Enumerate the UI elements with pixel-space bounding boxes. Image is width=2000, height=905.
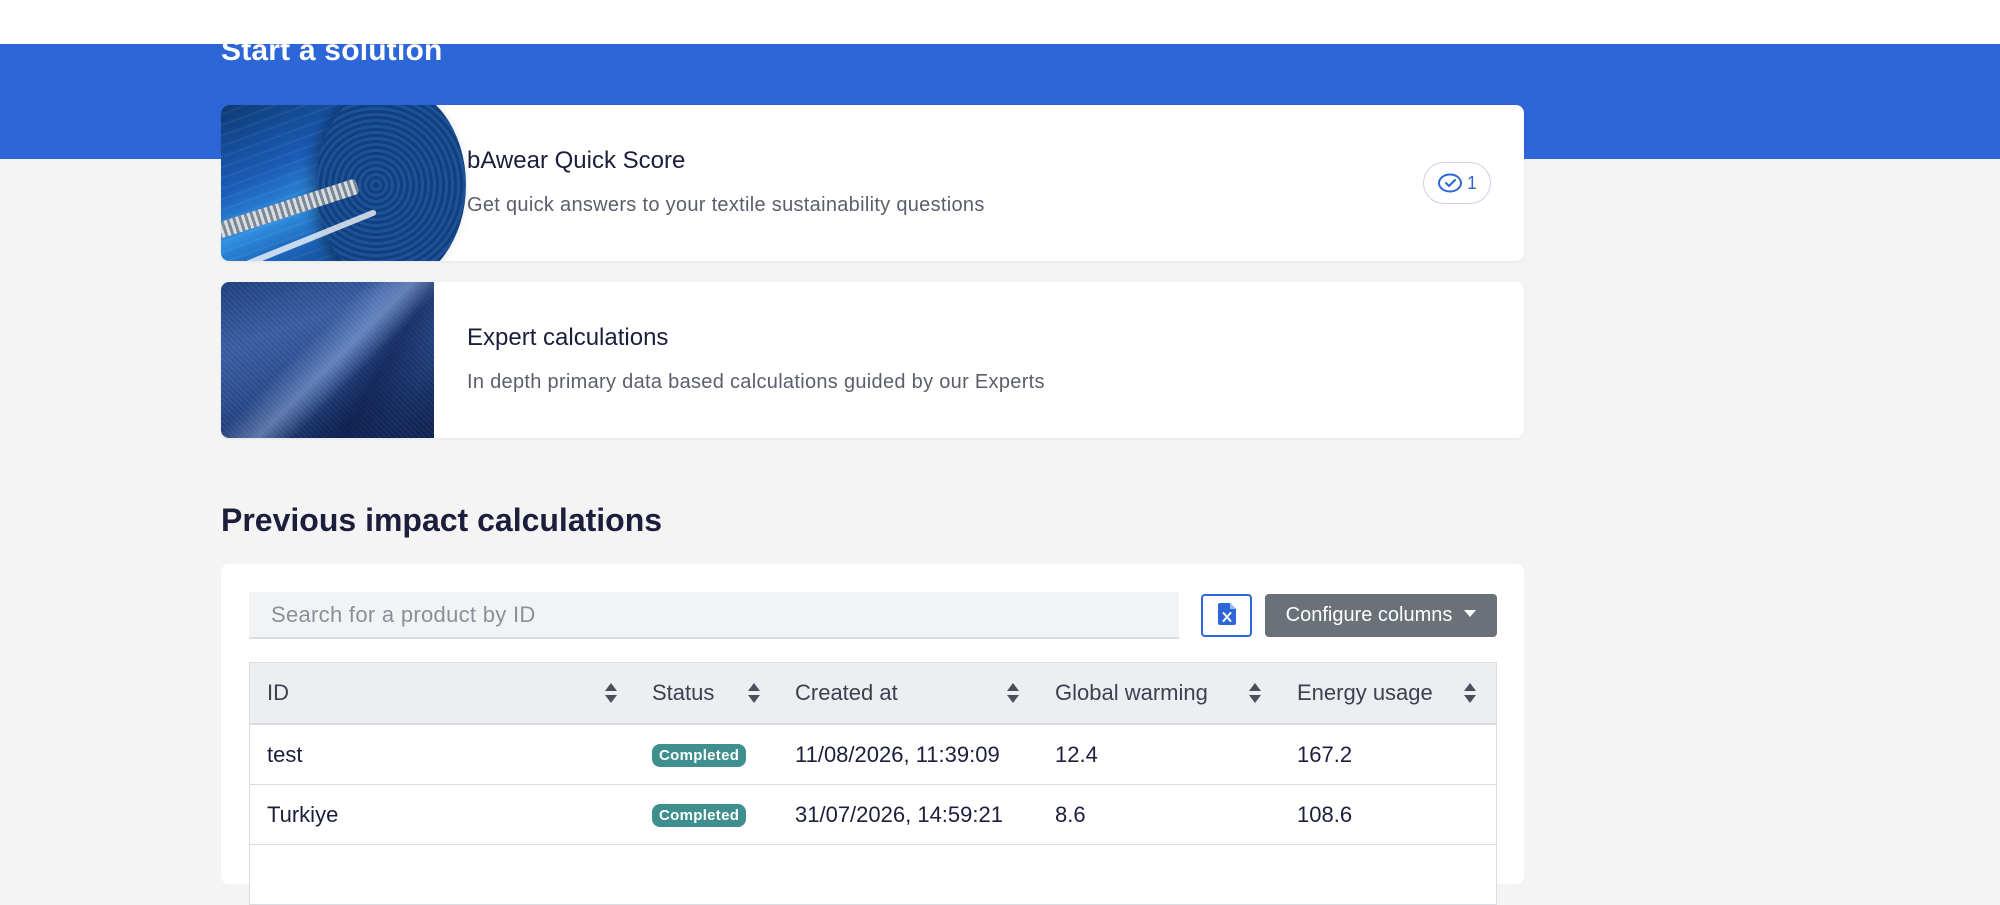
calculations-table: ID Status Created at Global warming Ener… xyxy=(249,662,1497,905)
status-badge: Completed xyxy=(652,743,747,767)
cell-created-at: 11/08/2026, 11:39:09 xyxy=(795,742,1000,767)
cell-status: Completed xyxy=(652,785,747,845)
table-row[interactable]: Turkiye Completed 31/07/2026, 14:59:21 8… xyxy=(250,785,1496,845)
cell-status: Completed xyxy=(652,725,747,785)
cell-id: Turkiye xyxy=(267,802,339,827)
search-input[interactable] xyxy=(249,592,1179,639)
cell-global-warming: 8.6 xyxy=(1055,802,1086,827)
sort-icon[interactable] xyxy=(604,681,618,705)
sort-icon[interactable] xyxy=(1248,681,1262,705)
hero-title: Start a solution xyxy=(221,34,443,67)
column-header-energy-usage[interactable]: Energy usage xyxy=(1297,663,1433,723)
cell-energy-usage: 108.6 xyxy=(1297,802,1353,827)
cell-id: test xyxy=(267,742,303,767)
fabric-fold-image xyxy=(221,282,434,438)
calculations-panel: Configure columns ID Status Created at G… xyxy=(221,564,1524,905)
sort-icon[interactable] xyxy=(1463,681,1477,705)
column-header-global-warming[interactable]: Global warming xyxy=(1055,663,1208,723)
solution-title: Expert calculations xyxy=(467,324,669,351)
sort-icon[interactable] xyxy=(1006,681,1020,705)
cell-energy-usage: 167.2 xyxy=(1297,742,1353,767)
cell-global-warming: 12.4 xyxy=(1055,742,1098,767)
section-title: Previous impact calculations xyxy=(221,502,663,538)
usage-count-badge: 1 xyxy=(1423,162,1491,204)
fabric-roll-image xyxy=(221,105,466,261)
configure-columns-label: Configure columns xyxy=(1285,604,1453,626)
solution-card-quick-score[interactable]: bAwear Quick Score Get quick answers to … xyxy=(221,105,1524,261)
usage-count: 1 xyxy=(1466,172,1477,193)
column-header-id[interactable]: ID xyxy=(267,663,289,723)
table-row[interactable] xyxy=(250,845,1496,905)
export-excel-button[interactable] xyxy=(1201,594,1252,637)
column-header-status[interactable]: Status xyxy=(652,663,714,723)
cell-created-at: 31/07/2026, 14:59:21 xyxy=(795,802,1003,827)
shield-check-icon xyxy=(1437,172,1463,194)
solution-title: bAwear Quick Score xyxy=(467,147,686,174)
table-row[interactable]: test Completed 11/08/2026, 11:39:09 12.4… xyxy=(250,725,1496,785)
table-header: ID Status Created at Global warming Ener… xyxy=(250,663,1496,725)
excel-file-icon xyxy=(1217,603,1236,628)
sort-icon[interactable] xyxy=(747,681,761,705)
configure-columns-button[interactable]: Configure columns xyxy=(1265,594,1497,637)
solution-description: In depth primary data based calculations… xyxy=(467,371,1045,393)
solution-description: Get quick answers to your textile sustai… xyxy=(467,194,985,216)
caret-down-icon xyxy=(1464,610,1477,617)
status-badge: Completed xyxy=(652,803,747,827)
solution-card-expert[interactable]: Expert calculations In depth primary dat… xyxy=(221,282,1524,438)
column-header-created-at[interactable]: Created at xyxy=(795,663,898,723)
